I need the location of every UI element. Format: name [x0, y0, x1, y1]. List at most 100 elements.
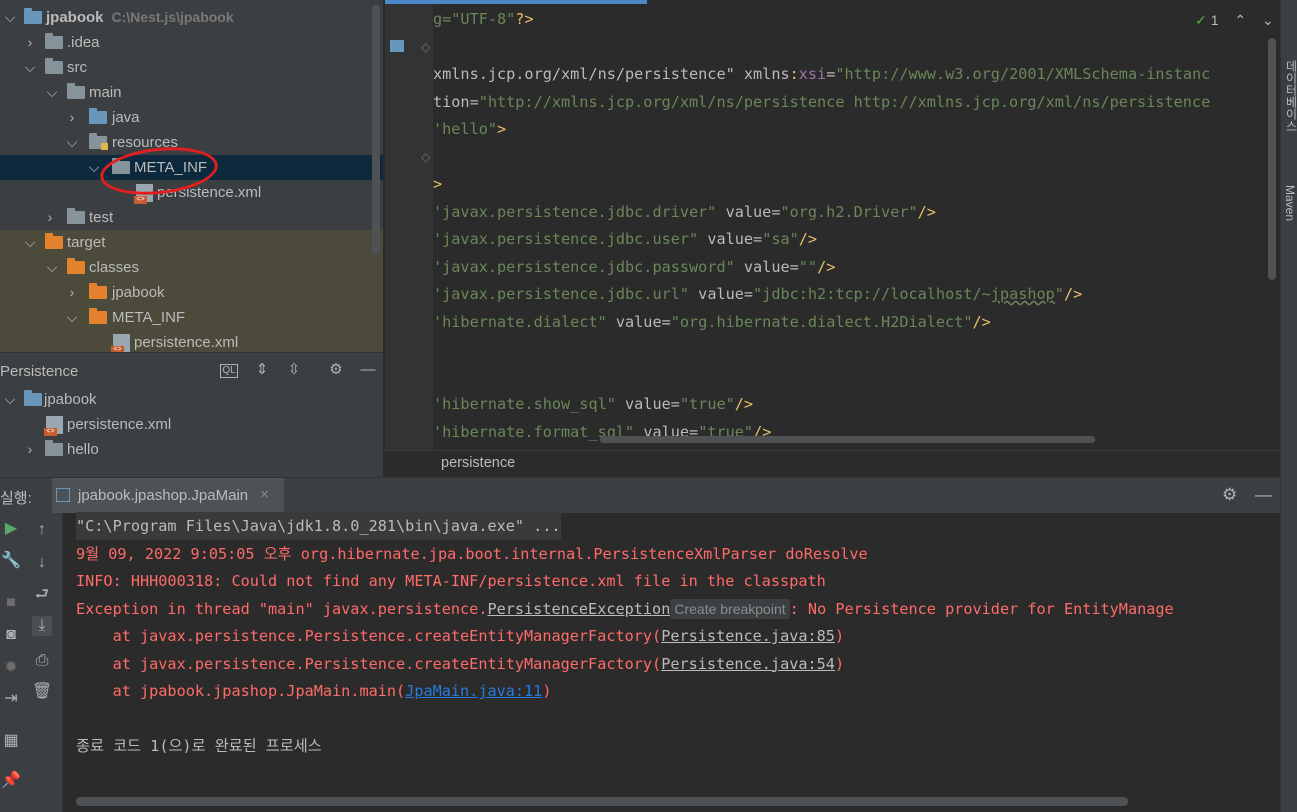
print-icon[interactable]: ⎙ — [32, 651, 52, 671]
arrow-up-icon[interactable]: ↑ — [32, 520, 52, 540]
tree-item-label: classes — [89, 259, 140, 276]
tree-item-target-jpabook[interactable]: › jpabook — [0, 280, 383, 305]
persistence-item-jpabook[interactable]: ⌵ jpabook — [0, 387, 383, 412]
console-line: 종료 코드 1(으)로 완료된 프로세스 — [76, 737, 322, 755]
console-horizontal-scrollbar[interactable] — [76, 797, 1128, 806]
editor-breadcrumb-bar: persistence — [385, 450, 1280, 478]
module-icon — [24, 390, 42, 406]
chevron-down-icon[interactable]: ⌵ — [42, 255, 62, 280]
tree-item-label: src — [67, 59, 87, 76]
tree-item-classes[interactable]: ⌵ classes — [0, 255, 383, 280]
code-line[interactable]: xmlns.jcp.org/xml/ns/persistence" xmlns:… — [433, 61, 1210, 88]
persistence-item-label: persistence.xml — [67, 416, 172, 433]
console-line: 9월 09, 2022 9:05:05 오후 org.hibernate.jpa… — [76, 544, 868, 563]
stacktrace-link[interactable]: Persistence.java:85 — [661, 627, 835, 645]
run-tab-label: jpabook.jpashop.JpaMain — [78, 487, 249, 504]
code-line[interactable]: 'javax.persistence.jdbc.driver" value="o… — [433, 199, 936, 226]
camera-icon[interactable]: ◙ — [1, 625, 21, 645]
breadcrumb[interactable]: persistence — [441, 455, 515, 471]
run-tab[interactable]: jpabook.jpashop.JpaMain × — [52, 478, 284, 514]
debug-icon[interactable]: ✹ — [1, 658, 21, 678]
chevron-right-icon[interactable]: › — [20, 30, 40, 55]
run-left-strip: ▶ 🔧 ■ ◙ ✹ ⇥ ▦ 📌 — [0, 513, 22, 812]
stacktrace-link[interactable]: Persistence.java:54 — [661, 655, 835, 673]
chevron-down-icon[interactable]: ⌄ — [1262, 12, 1274, 28]
inspection-widget[interactable]: ✓ 1 ⌃ ⌄ — [1195, 12, 1274, 29]
source-link[interactable]: JpaMain.java:11 — [405, 682, 542, 700]
exit-icon[interactable]: ⇥ — [1, 689, 21, 709]
code-line[interactable]: 'javax.persistence.jdbc.password" value=… — [433, 254, 835, 281]
chevron-right-icon[interactable]: › — [40, 205, 60, 230]
tree-item-src[interactable]: ⌵ src — [0, 55, 383, 80]
persistence-item-hello[interactable]: › hello — [0, 437, 383, 462]
wrench-icon[interactable]: 🔧 — [1, 551, 21, 571]
layout-icon[interactable]: ▦ — [1, 731, 21, 751]
excluded-folder-icon — [89, 308, 107, 324]
persistence-item-label: hello — [67, 441, 99, 458]
code-line[interactable]: g="UTF-8"?> — [433, 6, 534, 33]
close-icon[interactable]: × — [260, 486, 269, 503]
excluded-folder-icon — [89, 283, 107, 299]
stop-icon[interactable]: ■ — [1, 593, 21, 613]
tree-item-target-persistence-xml[interactable]: persistence.xml — [0, 330, 383, 352]
soft-wrap-icon[interactable]: ⮐ — [32, 585, 52, 605]
chevron-down-icon[interactable]: ⌵ — [0, 387, 20, 412]
code-line[interactable]: tion="http://xmlns.jcp.org/xml/ns/persis… — [433, 89, 1210, 116]
minimize-icon[interactable]: — — [359, 361, 377, 379]
tree-item-test[interactable]: › test — [0, 205, 383, 230]
run-panel-header: 실행: jpabook.jpashop.JpaMain × ⚙ — — [0, 477, 1280, 514]
persistence-gutter-icon[interactable] — [390, 40, 404, 52]
code-line[interactable]: 'hello"> — [433, 116, 506, 143]
chevron-right-icon[interactable]: › — [62, 280, 82, 305]
right-tool-strip: 데이터베이스 Maven — [1280, 0, 1297, 812]
persistence-item-xml[interactable]: persistence.xml — [0, 412, 383, 437]
chevron-down-icon[interactable]: ⌵ — [20, 230, 40, 255]
tree-root-path: C:\Nest.js\jpabook — [111, 9, 234, 25]
minimize-icon[interactable]: — — [1255, 485, 1272, 505]
code-line[interactable]: 'javax.persistence.jdbc.url" value="jdbc… — [433, 281, 1082, 308]
gear-icon[interactable]: ⚙ — [1222, 485, 1237, 505]
chevron-right-icon[interactable]: › — [20, 437, 40, 462]
pin-icon[interactable]: 📌 — [1, 771, 21, 791]
expand-all-icon[interactable]: ⇕ — [253, 361, 271, 379]
tree-item-java[interactable]: › java — [0, 105, 383, 130]
tree-item-main[interactable]: ⌵ main — [0, 80, 383, 105]
chevron-right-icon[interactable]: › — [62, 105, 82, 130]
fold-icon[interactable]: ◇ — [421, 40, 430, 54]
arrow-down-icon[interactable]: ↓ — [32, 553, 52, 573]
tree-item-idea[interactable]: › .idea — [0, 30, 383, 55]
gear-icon[interactable]: ⚙ — [327, 361, 345, 379]
editor-vertical-scrollbar[interactable] — [1268, 38, 1276, 280]
fold-icon[interactable]: ◇ — [421, 150, 430, 164]
chevron-down-icon[interactable]: ⌵ — [42, 80, 62, 105]
collapse-all-icon[interactable]: ⇳ — [285, 361, 303, 379]
xml-file-icon — [111, 334, 130, 352]
editor-horizontal-scrollbar[interactable] — [600, 436, 1095, 443]
ql-icon[interactable]: QL — [220, 364, 238, 378]
database-tool-tab[interactable]: 데이터베이스 — [1283, 60, 1297, 132]
code-line[interactable]: > — [433, 171, 442, 198]
code-line[interactable]: 'hibernate.show_sql" value="true"/> — [433, 391, 753, 418]
stacktrace-link[interactable]: PersistenceException — [487, 600, 670, 618]
console-line: at javax.persistence.Persistence.createE… — [76, 654, 845, 673]
scroll-to-end-icon[interactable]: ⤓ — [32, 616, 52, 636]
persistence-unit-icon — [45, 440, 63, 456]
chevron-down-icon[interactable]: ⌵ — [20, 55, 40, 80]
create-breakpoint-hint[interactable]: Create breakpoint — [670, 598, 790, 619]
chevron-up-icon[interactable]: ⌃ — [1234, 12, 1246, 28]
console-line: "C:\Program Files\Java\jdk1.8.0_281\bin\… — [76, 512, 561, 540]
chevron-down-icon[interactable]: ⌵ — [62, 305, 82, 330]
tree-root-jpabook[interactable]: ⌵ jpabook C:\Nest.js\jpabook — [0, 5, 383, 30]
code-line[interactable]: 'javax.persistence.jdbc.user" value="sa"… — [433, 226, 817, 253]
tree-item-target[interactable]: ⌵ target — [0, 230, 383, 255]
inspection-count: 1 — [1210, 12, 1219, 28]
rerun-icon[interactable]: ▶ — [1, 519, 21, 539]
run-config-icon — [56, 488, 70, 502]
tree-item-target-meta-inf[interactable]: ⌵ META_INF — [0, 305, 383, 330]
chevron-down-icon[interactable]: ⌵ — [0, 5, 20, 30]
code-line[interactable]: 'hibernate.dialect" value="org.hibernate… — [433, 309, 991, 336]
tree-scrollbar[interactable] — [372, 5, 380, 255]
chevron-down-icon[interactable]: ⌵ — [62, 130, 82, 155]
maven-tool-tab[interactable]: Maven — [1283, 185, 1297, 221]
trash-icon[interactable]: 🗑 — [32, 682, 52, 702]
